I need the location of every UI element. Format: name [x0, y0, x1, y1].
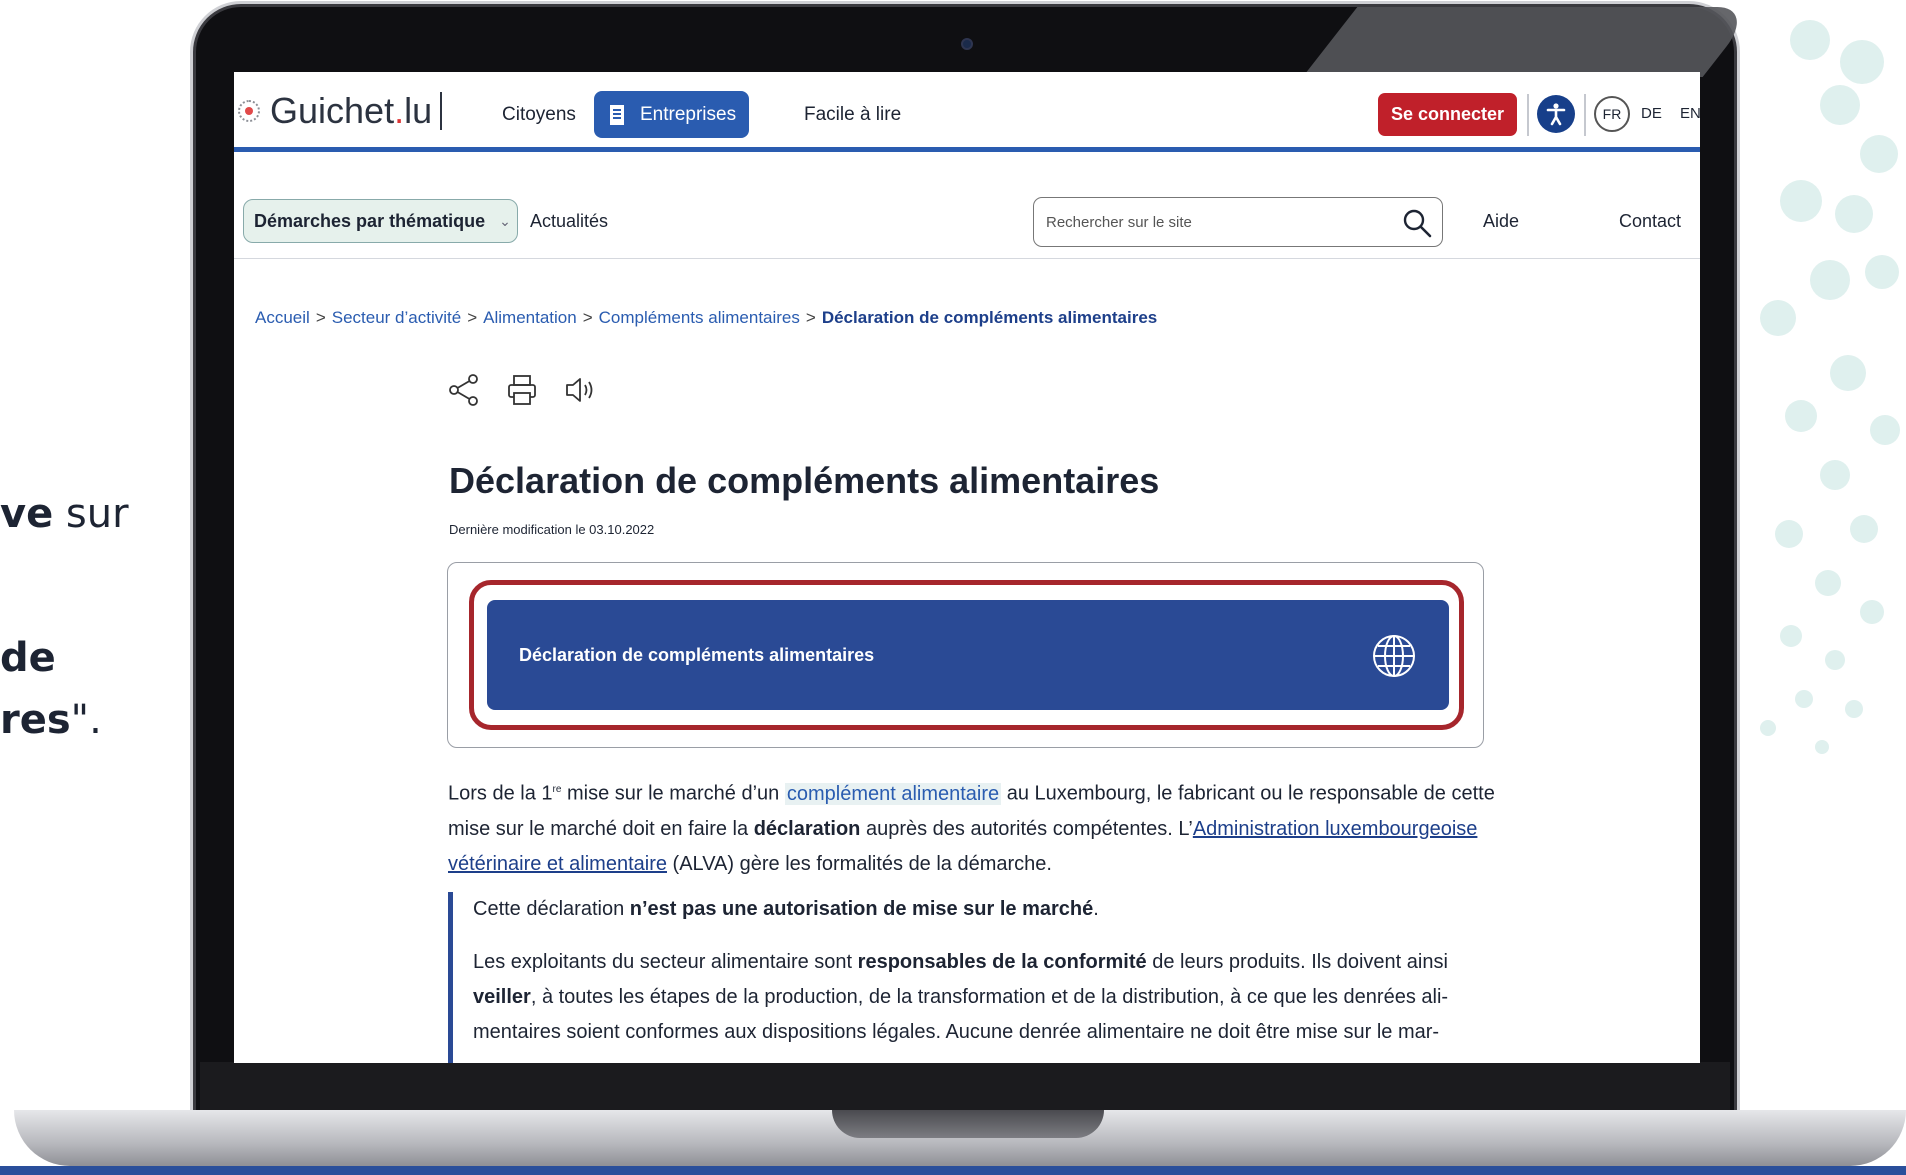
info-paragraph-1: Cette déclaration n’est pas une autorisa…: [473, 892, 1498, 927]
breadcrumb-separator: >: [582, 308, 593, 327]
search-input[interactable]: [1046, 208, 1386, 236]
instruction-rest-3: ".: [70, 697, 102, 743]
breadcrumb: Accueil > Secteur d’activité > Alimentation >…: [255, 308, 1157, 328]
instruction-bold-3: res: [0, 697, 71, 743]
breadcrumb-separator: >: [315, 308, 326, 327]
breadcrumb-separator: >: [805, 308, 816, 327]
nav-facile-a-lire[interactable]: Facile à lire: [804, 104, 901, 126]
building-icon: [610, 104, 624, 125]
instruction-line-2: de: [0, 634, 56, 682]
logo-icon: [238, 100, 260, 122]
bold-text: n’est pas une autorisation de mise sur l…: [629, 898, 1094, 920]
breadcrumb-item-alimentation[interactable]: Alimentation: [483, 308, 577, 327]
search-icon[interactable]: [1402, 208, 1432, 238]
divider: [1584, 94, 1586, 136]
breadcrumb-item-complements[interactable]: Compléments alimentaires: [599, 308, 800, 327]
accessibility-icon[interactable]: [1537, 95, 1575, 133]
accessibility-figure-icon: [1546, 103, 1566, 126]
text: (ALVA) gère les formalités de la démarch…: [667, 852, 1052, 875]
text: mise sur le marché d’un: [561, 782, 785, 805]
lang-en[interactable]: EN: [1680, 105, 1700, 122]
text: , à toutes les étapes de la production, …: [473, 986, 1449, 1043]
divider: [1527, 94, 1529, 136]
text: de leurs produits. Ils doivent ainsi: [1146, 951, 1448, 973]
bold-text: déclaration: [753, 817, 861, 840]
secondary-nav: Démarches par thématique ⌄ Actualités Ai…: [234, 157, 1700, 259]
lang-fr[interactable]: FR: [1594, 96, 1630, 132]
top-bar: Guichet. lu Citoyens Entreprises Facile à…: [234, 72, 1700, 152]
camera: [961, 38, 973, 50]
browser-screen: Guichet. lu Citoyens Entreprises Facile à…: [234, 72, 1700, 1063]
text: Cette déclaration: [473, 898, 630, 920]
logo-dot: .: [394, 90, 405, 131]
nav-entreprises-label: Entreprises: [640, 103, 737, 125]
text: .: [1093, 898, 1099, 920]
themes-dropdown-label: Démarches par thématique: [254, 210, 486, 231]
lang-de[interactable]: DE: [1641, 105, 1662, 122]
connect-button[interactable]: Se connecter: [1378, 93, 1517, 136]
search-box: [1033, 197, 1443, 247]
instruction-line-1: ve sur: [0, 490, 129, 538]
nav-aide[interactable]: Aide: [1483, 211, 1519, 232]
logo-tld: lu: [404, 90, 433, 131]
nav-contact[interactable]: Contact: [1619, 211, 1681, 232]
breadcrumb-item-accueil[interactable]: Accueil: [255, 308, 310, 327]
info-block: Cette déclaration n’est pas une autorisa…: [448, 892, 1498, 1063]
text: auprès des autorités compétentes. L’: [860, 817, 1193, 840]
text: Les exploitants du secteur alimentaire s…: [473, 951, 858, 973]
breadcrumb-separator: >: [467, 308, 478, 327]
instruction-rest-1: sur: [53, 491, 129, 537]
page-tools: [446, 372, 598, 408]
last-modified: Dernière modification le 03.10.2022: [449, 522, 655, 537]
instruction-line-3: res".: [0, 696, 102, 744]
themes-dropdown[interactable]: Démarches par thématique ⌄: [243, 199, 518, 243]
declaration-button-label: Déclaration de compléments alimentaires: [519, 644, 875, 665]
speaker-icon[interactable]: [562, 372, 598, 408]
link-complement-alimentaire[interactable]: complément alimentaire: [784, 782, 1002, 805]
floor-line: [0, 1166, 1906, 1175]
site-logo[interactable]: Guichet. lu: [238, 90, 443, 132]
bold-text: responsables de la conformité: [857, 951, 1147, 973]
logo-text: Guichet: [270, 90, 395, 131]
declaration-button[interactable]: Déclaration de compléments alimentaires: [487, 600, 1449, 710]
instruction-bold-1: ve: [0, 491, 54, 537]
text: Lors de la 1: [448, 782, 553, 805]
bold-text: veiller: [473, 986, 531, 1008]
intro-paragraph: Lors de la 1re mise sur le marché d’un c…: [448, 772, 1498, 882]
instruction-bold-2: de: [0, 635, 56, 681]
globe-icon: [1373, 635, 1415, 677]
laptop-notch: [832, 1110, 1104, 1138]
page-title: Déclaration de compléments alimentaires: [449, 460, 1160, 501]
nav-citoyens[interactable]: Citoyens: [502, 104, 576, 126]
breadcrumb-current: Déclaration de compléments alimentaires: [821, 308, 1158, 327]
info-paragraph-2: Les exploitants du secteur alimentaire s…: [473, 945, 1498, 1050]
laptop-glare: [1302, 7, 1758, 77]
logo-separator: [440, 92, 443, 130]
share-icon[interactable]: [446, 372, 482, 408]
nav-actualites[interactable]: Actualités: [530, 211, 608, 232]
stage: ve sur de res". Guichet . lu Citoyens En…: [0, 0, 1906, 1175]
nav-entreprises[interactable]: Entreprises: [594, 91, 749, 138]
breadcrumb-item-secteur[interactable]: Secteur d’activité: [332, 308, 461, 327]
chevron-down-icon: ⌄: [499, 212, 511, 229]
print-icon[interactable]: [504, 372, 540, 408]
